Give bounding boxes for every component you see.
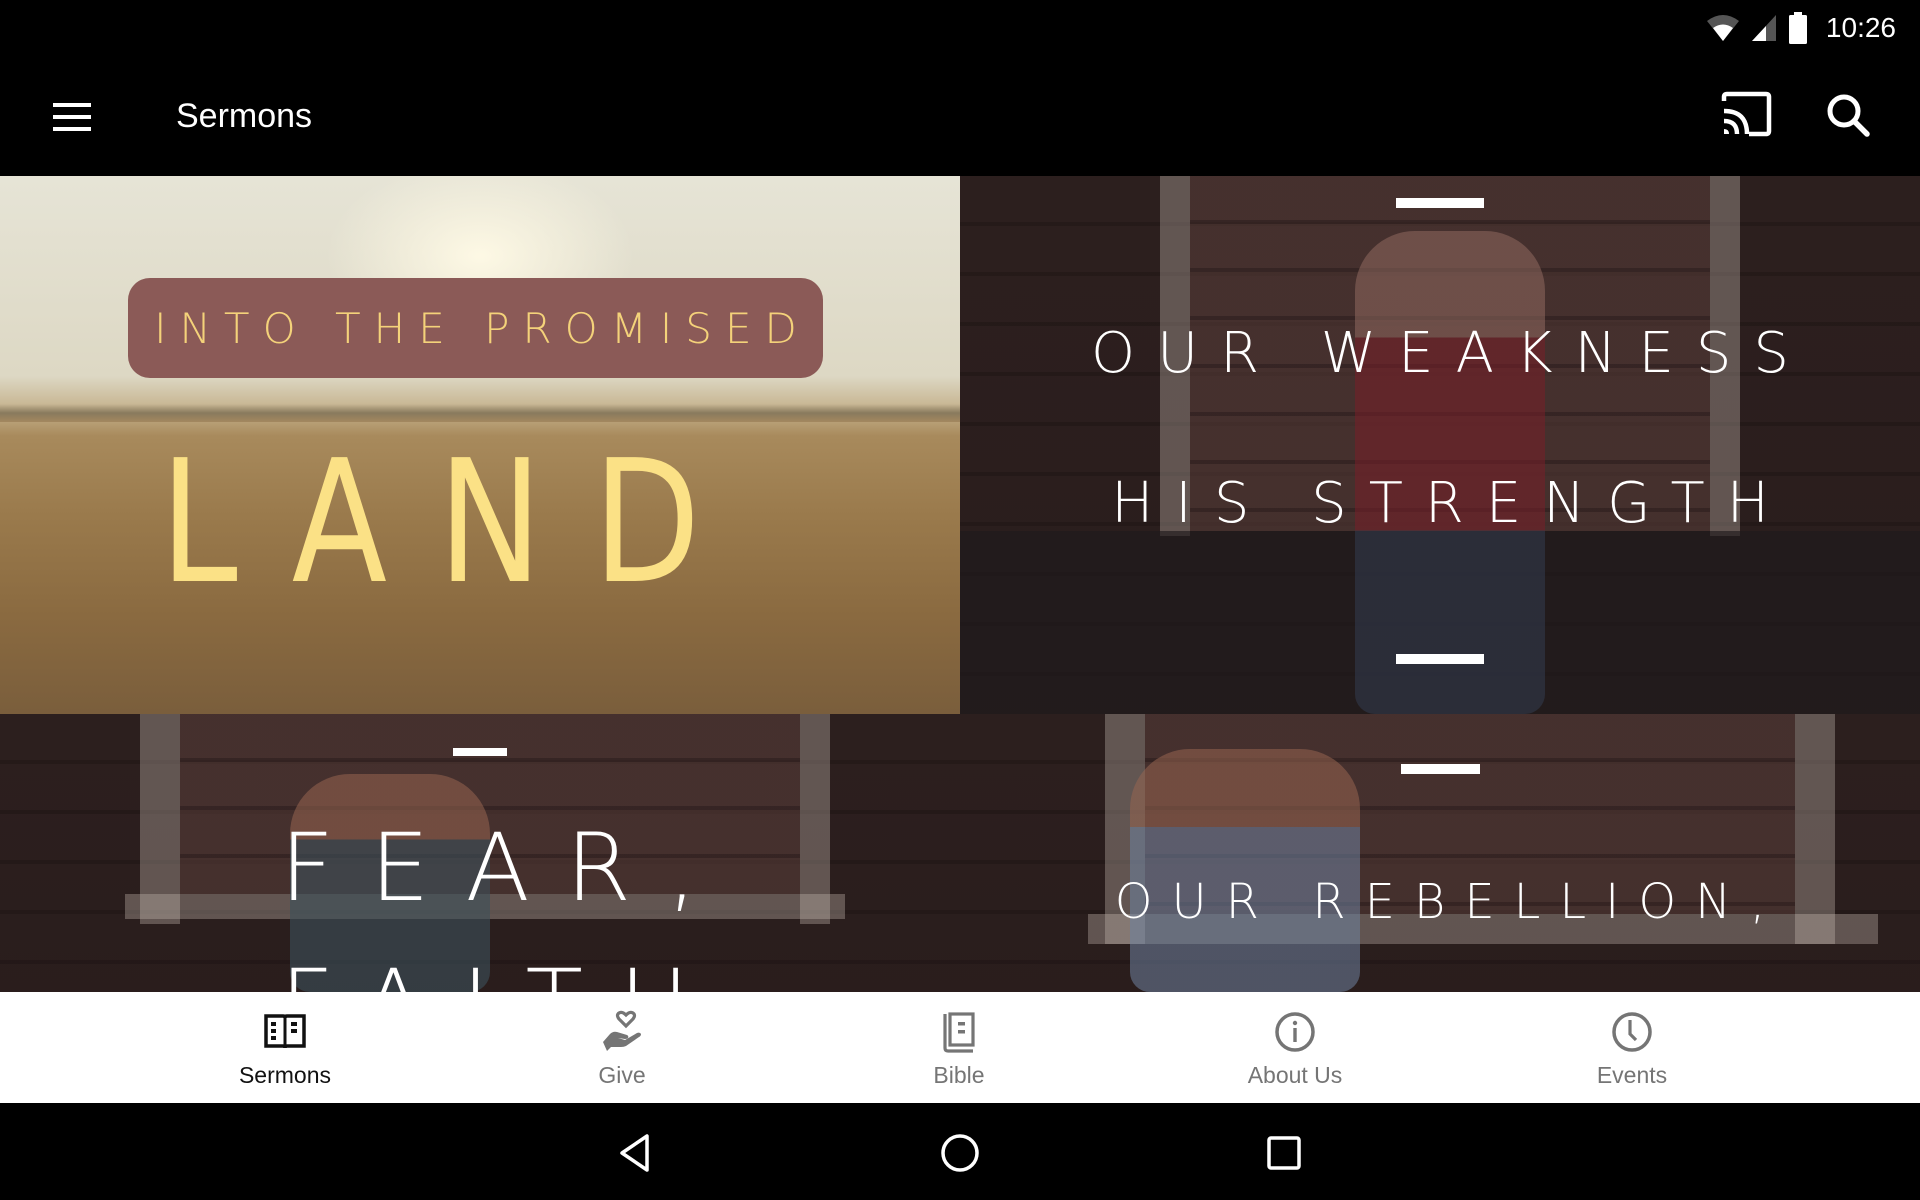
open-book-icon [264,1014,306,1049]
sermon-title-line-2: HIS STRENGTH [1111,471,1791,536]
system-navigation-bar [0,1103,1920,1200]
hand-heart-icon [603,1010,641,1051]
search-icon [1827,94,1870,137]
cell-signal-icon [1751,15,1776,41]
recents-icon [1267,1136,1301,1170]
title-dash-top [453,748,507,756]
sermon-title: LAND [160,424,752,622]
back-icon [620,1134,649,1172]
back-button[interactable] [614,1131,658,1175]
title-dash-bottom [1396,654,1484,664]
sermon-title-line-1: OUR REBELLION, [1114,874,1785,930]
sermon-tile[interactable]: FEAR, FAITH [0,714,960,992]
status-time: 10:26 [1825,12,1896,43]
title-dash-top [1396,198,1484,208]
nav-item-sermons[interactable]: Sermons [175,992,395,1103]
app-bar: Sermons [0,59,1920,176]
series-label: INTO THE PROMISED [154,303,810,353]
nav-label: Events [1596,1062,1668,1088]
page-title: Sermons [176,97,313,135]
wifi-icon [1706,15,1739,41]
hamburger-menu-icon[interactable] [44,89,100,145]
sermon-tile[interactable]: OUR REBELLION, [960,714,1920,992]
tile-background-treeline [0,404,960,422]
status-bar: 10:26 [0,0,1920,59]
sermon-title-line-1: FEAR, [280,814,733,923]
sermon-tile[interactable]: OUR WEAKNESS HIS STRENGTH [960,176,1920,714]
series-banner: INTO THE PROMISED [128,278,823,378]
tile-background-pillar [140,714,180,924]
nav-label: Sermons [238,1062,332,1088]
nav-item-give[interactable]: Give [512,992,732,1103]
home-icon [941,1134,979,1172]
title-dash-top [1401,764,1480,774]
nav-item-bible[interactable]: Bible [849,992,1069,1103]
clock-icon [1612,1012,1652,1052]
tile-background-pillar [800,714,830,924]
speaker-figure [1130,749,1360,992]
nav-label: Give [598,1062,646,1088]
nav-item-events[interactable]: Events [1522,992,1742,1103]
bible-icon [943,1012,975,1053]
battery-icon [1788,12,1807,44]
recents-button[interactable] [1262,1131,1306,1175]
home-button[interactable] [938,1131,982,1175]
sermon-grid: INTO THE PROMISED LAND OUR WEAKNESS HIS … [0,176,1920,992]
status-icons: 10:26 [1706,8,1896,48]
search-button[interactable] [1820,87,1878,145]
cast-button[interactable] [1716,87,1774,145]
bottom-navigation: Sermons Give Bible About Us Events [0,992,1920,1103]
sermon-title-line-1: OUR WEAKNESS [1091,321,1811,386]
sermon-tile[interactable]: INTO THE PROMISED LAND [0,176,960,714]
cast-icon [1721,91,1772,137]
info-icon [1275,1012,1315,1052]
nav-label: Bible [933,1062,985,1088]
sermon-title-line-2: FAITH [280,950,726,992]
nav-label: About Us [1247,1062,1343,1088]
nav-item-about-us[interactable]: About Us [1185,992,1405,1103]
